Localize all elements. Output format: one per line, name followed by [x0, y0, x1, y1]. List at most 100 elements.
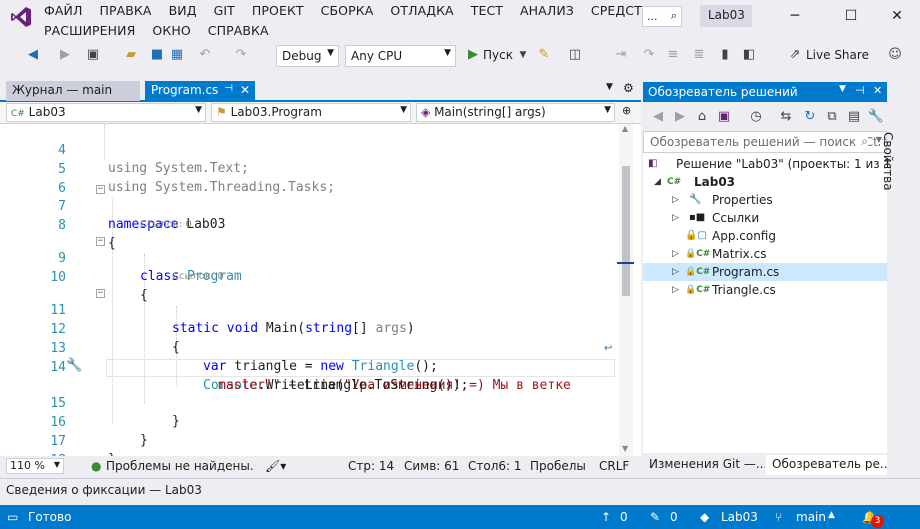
branch-name[interactable]: main	[796, 510, 826, 524]
search-box[interactable]: ... ⌕	[642, 6, 682, 27]
tree-item-properties[interactable]: ▷ 🔧 Properties	[643, 191, 887, 209]
close-icon[interactable]: ✕	[873, 84, 882, 97]
collapsed-arrow-icon[interactable]: ▷	[672, 245, 679, 263]
project-dropdown[interactable]: C# Lab03 ▼	[6, 103, 206, 122]
properties-icon[interactable]: 🔧	[867, 108, 885, 126]
collapsed-arrow-icon[interactable]: ▷	[672, 281, 679, 299]
tree-item-app-config[interactable]: 🔒▢ App.config	[643, 227, 887, 245]
close-icon[interactable]: ✕	[240, 83, 250, 97]
menu-test[interactable]: ТЕСТ	[471, 3, 503, 18]
live-share-button[interactable]: Live Share	[806, 48, 869, 62]
new-project-icon[interactable]: ▣	[84, 46, 102, 64]
start-button[interactable]: Пуск	[483, 48, 513, 62]
repo-icon[interactable]: ◆	[700, 510, 709, 524]
zoom-dropdown[interactable]: 110 % ▼	[6, 458, 64, 474]
step-icon[interactable]: ⇥	[612, 46, 630, 64]
menu-edit[interactable]: ПРАВКА	[99, 3, 151, 18]
commit-details-panel[interactable]: Сведения о фиксации — Lab03	[0, 478, 920, 500]
pin-icon[interactable]: ⊣	[855, 84, 865, 97]
start-debug-icon[interactable]: ▶	[464, 46, 482, 64]
scroll-up-icon[interactable]: ▲	[622, 124, 628, 133]
problems-status[interactable]: Проблемы не найдены.	[106, 459, 254, 473]
save-all-icon[interactable]: ▦	[168, 46, 186, 64]
solution-explorer-search[interactable]: Обозреватель решений — поиск (Ctrl+;) ⌕ …	[643, 131, 887, 153]
codelens-references[interactable]: Ссылок: 0	[140, 218, 192, 232]
branch-up-icon[interactable]: ▲	[828, 510, 835, 520]
maximize-button[interactable]: ☐	[836, 4, 866, 28]
member-dropdown[interactable]: ◈ Main(string[] args) ▼	[416, 103, 615, 122]
home-icon[interactable]: ⌂	[693, 108, 711, 126]
scroll-down-icon[interactable]: ▼	[622, 444, 628, 453]
menu-project[interactable]: ПРОЕКТ	[252, 3, 304, 18]
back-icon[interactable]: ◀	[649, 108, 667, 126]
live-share-icon[interactable]: ⇗	[786, 46, 804, 64]
menu-analyze[interactable]: АНАЛИЗ	[520, 3, 574, 18]
codelens-references[interactable]: Ссылок: 0	[172, 270, 224, 284]
pencil-icon[interactable]: ✎	[650, 510, 660, 524]
pending-changes-filter-icon[interactable]: ◷	[747, 108, 765, 126]
push-count[interactable]: 0	[620, 510, 628, 524]
refresh-icon[interactable]: ↻	[801, 108, 819, 126]
collapsed-arrow-icon[interactable]: ▷	[672, 263, 679, 281]
open-folder-icon[interactable]: ▰	[122, 46, 140, 64]
comment-icon[interactable]: ≡	[664, 46, 682, 64]
whitespace-indicator[interactable]: Пробелы	[530, 459, 586, 473]
line-ending-indicator[interactable]: CRLF	[599, 459, 629, 473]
tab-git-changes[interactable]: Изменения Git —...	[643, 455, 765, 475]
tree-item-triangle-cs[interactable]: ▷ 🔒C# Triangle.cs	[643, 281, 887, 299]
bookmark-nav-icon[interactable]: ◧	[740, 46, 758, 64]
redo-icon[interactable]: ↷	[232, 46, 250, 64]
type-dropdown[interactable]: ⚑ Lab03.Program ▼	[211, 103, 411, 122]
tree-item-references[interactable]: ▷ ▪■ Ссылки	[643, 209, 887, 227]
split-editor-icon[interactable]: ⊕	[622, 104, 631, 117]
uncomment-icon[interactable]: ≣	[690, 46, 708, 64]
column-indicator[interactable]: Стол6: 1	[468, 459, 522, 473]
char-indicator[interactable]: Симв: 61	[404, 459, 459, 473]
menu-debug[interactable]: ОТЛАДКА	[390, 3, 453, 18]
branch-icon[interactable]: ⑂	[775, 510, 782, 524]
collapsed-arrow-icon[interactable]: ▷	[672, 209, 679, 227]
step-over-icon[interactable]: ↷	[640, 46, 658, 64]
menu-build[interactable]: СБОРКА	[321, 3, 374, 18]
properties-side-tab[interactable]: Свойства	[881, 132, 895, 191]
forward-icon[interactable]: ▶	[56, 46, 74, 64]
feedback-icon[interactable]: ☺	[886, 46, 904, 64]
minimize-button[interactable]: ─	[780, 4, 810, 28]
push-arrow-icon[interactable]: ↑	[601, 510, 611, 524]
expanded-arrow-icon[interactable]: ◢	[654, 173, 661, 191]
cleanup-brush-icon[interactable]: 🖌▾	[265, 459, 286, 473]
tab-overflow-icon[interactable]: ▼	[606, 82, 613, 92]
platform-dropdown[interactable]: Any CPU ▼	[345, 45, 456, 67]
tree-item-matrix-cs[interactable]: ▷ 🔒C# Matrix.cs	[643, 245, 887, 263]
collapsed-arrow-icon[interactable]: ▷	[672, 191, 679, 209]
menu-view[interactable]: ВИД	[169, 3, 197, 18]
panel-menu-icon[interactable]: ▼	[839, 84, 846, 94]
screenshot-icon[interactable]: ◫	[566, 46, 584, 64]
vertical-scrollbar[interactable]: ▲ ▼	[619, 124, 633, 456]
changes-count[interactable]: 0	[670, 510, 678, 524]
hot-reload-icon[interactable]: ✎	[535, 46, 553, 64]
gear-icon[interactable]: ⚙	[623, 81, 634, 95]
save-icon[interactable]: ■	[148, 46, 166, 64]
code-editor[interactable]: 4 using System.Text; 5 using System.Thre…	[0, 124, 641, 456]
tree-item-solution[interactable]: ◧ Решение "Lab03" (проекты: 1 из 1)	[643, 155, 896, 173]
tab-solution-explorer[interactable]: Обозреватель ре...	[766, 455, 887, 475]
show-all-files-icon[interactable]: ▤	[845, 108, 863, 126]
tab-git-history[interactable]: Журнал — main	[6, 81, 140, 101]
back-icon[interactable]: ◀	[24, 46, 42, 64]
start-dropdown-icon[interactable]: ▼	[514, 46, 532, 64]
close-window-button[interactable]: ✕	[882, 4, 912, 28]
menu-extensions[interactable]: РАСШИРЕНИЯ	[44, 23, 135, 38]
sync-icon[interactable]: ⇆	[777, 108, 795, 126]
switch-views-icon[interactable]: ▣	[715, 108, 733, 126]
menu-git[interactable]: GIT	[214, 3, 235, 18]
menu-file[interactable]: ФАЙЛ	[44, 3, 82, 18]
bookmark-icon[interactable]: ▮	[716, 46, 734, 64]
forward-icon[interactable]: ▶	[671, 108, 689, 126]
tree-item-program-cs[interactable]: ▷ 🔒C# Program.cs	[643, 263, 887, 281]
collapse-all-icon[interactable]: ⧉	[823, 108, 841, 126]
scrollbar-thumb[interactable]	[622, 166, 630, 296]
menu-help[interactable]: СПРАВКА	[208, 23, 269, 38]
pin-icon[interactable]: ⊣	[224, 83, 233, 94]
repository-name[interactable]: Lab03	[721, 510, 758, 524]
